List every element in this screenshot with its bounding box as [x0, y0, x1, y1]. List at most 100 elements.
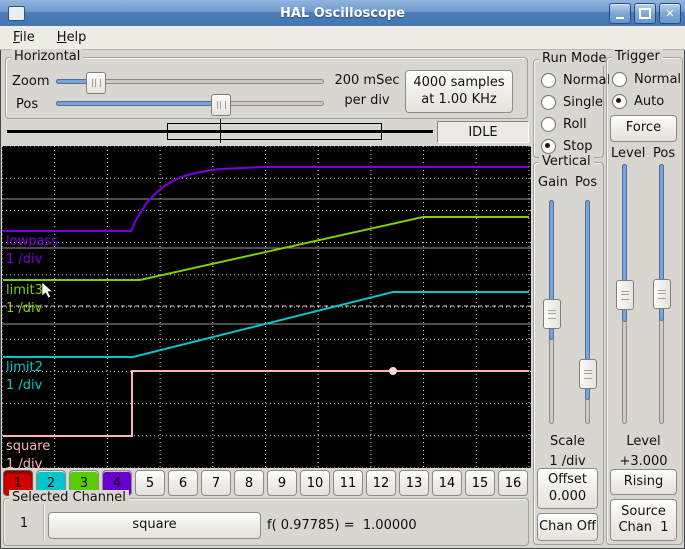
menubar: File Help [0, 26, 685, 50]
run-mode-frame-label: Run Mode [539, 51, 610, 66]
scope-label-limit2: limit2 1 /div [6, 360, 43, 393]
radio-option-single[interactable]: Single [541, 94, 610, 110]
selected-channel-number: 1 [19, 515, 29, 531]
horizontal-pos-track[interactable] [56, 101, 324, 106]
selected-channel-frame: Selected Channel 1 square f( 0.97785) = … [3, 490, 529, 546]
channel-button-14[interactable]: 14 [432, 470, 462, 496]
horizontal-pos-handle[interactable] [211, 94, 231, 116]
trigger-frame-label: Trigger [612, 49, 663, 64]
trigger-edge-button[interactable]: Rising [610, 469, 677, 495]
vertical-frame-label: Vertical [539, 154, 594, 169]
horizontal-frame: Horizontal Zoom Pos 200 mSec per div 400… [5, 49, 528, 119]
separator [43, 504, 44, 541]
radio-icon [541, 94, 556, 110]
trigger-source-button[interactable]: Source Chan 1 [610, 499, 677, 541]
radio-icon [541, 116, 556, 132]
samples-button[interactable]: 4000 samples at 1.00 KHz [405, 70, 513, 113]
horizontal-pos-fill [56, 101, 222, 106]
channel-button-10[interactable]: 10 [300, 470, 330, 496]
trigger-pos-handle[interactable] [653, 279, 671, 309]
channel-button-16[interactable]: 16 [498, 470, 528, 496]
selected-channel-label: Selected Channel [9, 490, 129, 505]
channel-button-11[interactable]: 11 [333, 470, 363, 496]
radio-label: Single [563, 94, 603, 110]
radio-icon [541, 138, 556, 154]
close-icon: ✕ [665, 7, 675, 20]
scope-canvas [2, 146, 531, 468]
run-mode-options: Normal Single Roll Stop [541, 72, 611, 154]
radio-option-auto[interactable]: Auto [612, 93, 681, 109]
horizontal-zoom-handle[interactable] [86, 72, 106, 94]
timebase-readout: 200 mSec per div [334, 73, 400, 109]
channel-button-9[interactable]: 9 [267, 470, 297, 496]
vertical-frame: Vertical Gain Pos Scale 1 /div Offset 0.… [533, 154, 604, 545]
offset-button[interactable]: Offset 0.000 [537, 468, 598, 509]
trigger-pos-column-label: Pos [653, 146, 676, 161]
radio-label: Normal [563, 72, 611, 88]
radio-icon [612, 93, 627, 109]
force-button[interactable]: Force [610, 115, 677, 142]
slider-grip-icon [621, 290, 629, 300]
radio-option-roll[interactable]: Roll [541, 116, 610, 132]
channel-button-12[interactable]: 12 [366, 470, 396, 496]
gain-slider-handle[interactable] [543, 299, 561, 329]
menu-file[interactable]: File [13, 30, 35, 45]
mouse-cursor-icon [41, 281, 54, 299]
record-trigger-tick [220, 119, 221, 143]
gain-slider-label: Gain [538, 175, 568, 190]
radio-label: Auto [634, 93, 665, 109]
slider-grip-icon [658, 289, 666, 299]
radio-option-normal[interactable]: Normal [612, 71, 682, 87]
scale-readout: Scale 1 /div [549, 434, 586, 469]
channel-button-5[interactable]: 5 [135, 470, 165, 496]
readout-marker [389, 367, 397, 375]
slider-grip-icon [584, 369, 592, 379]
run-mode-frame: Run Mode Normal Single Roll Stop [533, 51, 610, 158]
channel-button-6[interactable]: 6 [168, 470, 198, 496]
scope-label-limit3: limit3 1 /div [6, 283, 43, 316]
hal-oscilloscope-window: HAL Oscilloscope ✕ File Help Horizontal … [0, 0, 685, 549]
maximize-icon [639, 8, 651, 19]
scope-label-lowpass: lowpass 1 /div [6, 234, 58, 267]
vpos-slider-handle[interactable] [579, 359, 597, 389]
trigger-level-column-label: Level [611, 146, 646, 161]
vpos-slider-label: Pos [575, 175, 598, 190]
radio-option-stop[interactable]: Stop [541, 138, 610, 154]
radio-icon [541, 72, 556, 88]
close-button[interactable]: ✕ [659, 3, 681, 24]
radio-label: Normal [634, 71, 682, 87]
radio-label: Roll [563, 116, 587, 132]
capture-status: IDLE [437, 121, 529, 143]
trigger-level-readout: Level +3.000 [619, 434, 668, 469]
slider-grip-icon [216, 101, 226, 109]
zoom-slider-label: Zoom [12, 74, 50, 89]
minimize-icon [616, 16, 624, 19]
slider-grip-icon [548, 309, 556, 319]
trigger-mode-options: Normal Auto [612, 71, 682, 109]
trigger-level-handle[interactable] [616, 280, 634, 310]
scope-label-square: square 1 /div [6, 439, 51, 468]
maximize-button[interactable] [634, 3, 656, 24]
menu-help[interactable]: Help [57, 30, 87, 45]
radio-icon [612, 71, 627, 87]
minimize-button[interactable] [609, 3, 631, 24]
titlebar[interactable]: HAL Oscilloscope ✕ [0, 0, 685, 26]
horizontal-frame-label: Horizontal [11, 49, 84, 64]
channel-button-13[interactable]: 13 [399, 470, 429, 496]
channel-button-8[interactable]: 8 [234, 470, 264, 496]
radio-option-normal[interactable]: Normal [541, 72, 611, 88]
scope-display[interactable]: lowpass 1 /div limit3 1 /div limit2 1 /div… [2, 146, 531, 468]
chan-off-button[interactable]: Chan Off [537, 513, 598, 541]
channel-button-15[interactable]: 15 [465, 470, 495, 496]
window-title: HAL Oscilloscope [279, 5, 406, 21]
cursor-readout: f( 0.97785) = 1.00000 [267, 518, 417, 533]
vpos-slider-track[interactable] [585, 200, 590, 424]
channel-source-button[interactable]: square [48, 512, 261, 539]
slider-grip-icon [91, 79, 101, 87]
record-window-box[interactable] [167, 123, 382, 140]
radio-label: Stop [563, 138, 593, 154]
channel-button-7[interactable]: 7 [201, 470, 231, 496]
trigger-frame: Trigger Normal Auto Force Level Pos Leve… [606, 49, 683, 545]
window-icon[interactable] [8, 6, 25, 21]
record-view[interactable]: IDLE [0, 119, 531, 145]
